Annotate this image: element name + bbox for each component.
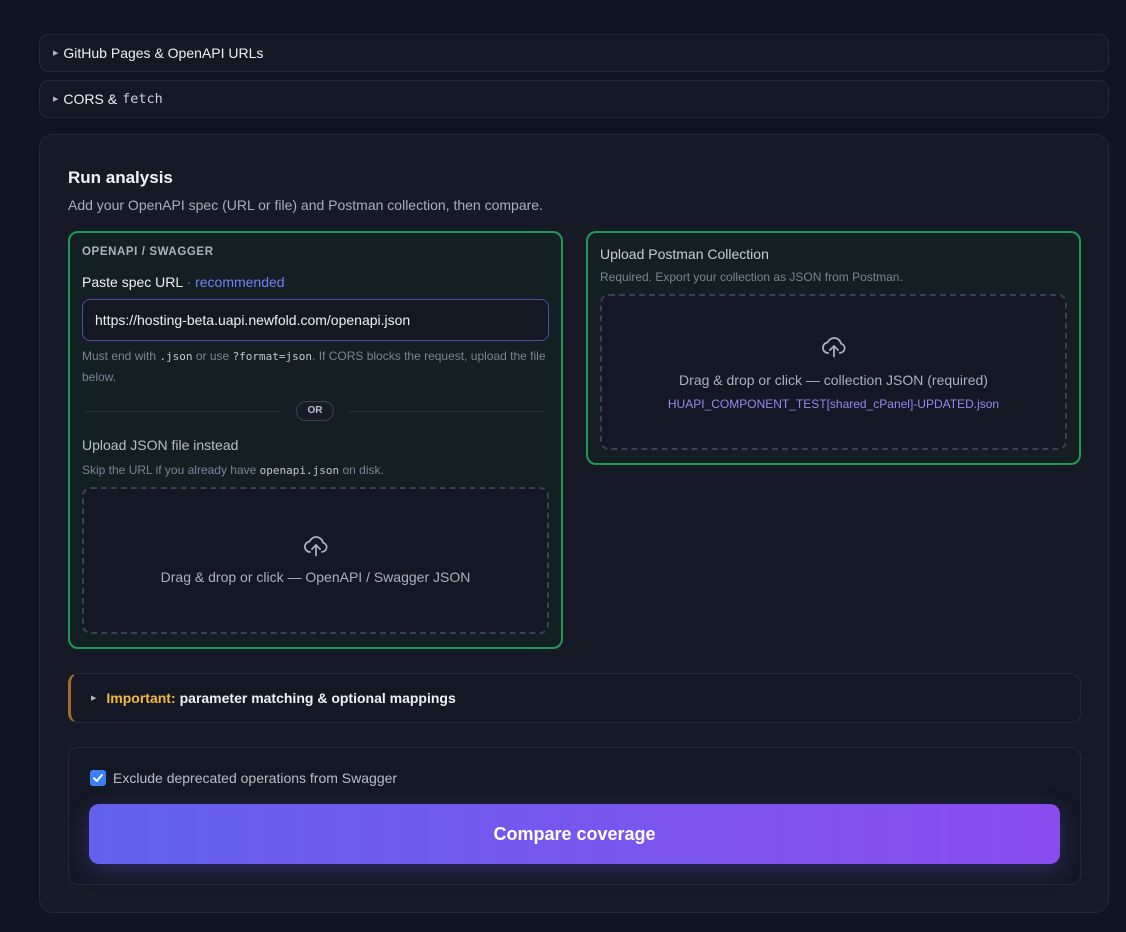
hint-text: or use xyxy=(195,349,230,363)
hint-code: openapi.json xyxy=(259,464,340,477)
compare-coverage-button[interactable]: Compare coverage xyxy=(89,804,1060,864)
accordion-code: fetch xyxy=(122,91,163,107)
paste-url-text: Paste spec URL xyxy=(82,274,183,290)
hint-text: Must end with xyxy=(82,349,157,363)
panel-subtitle: Add your OpenAPI spec (URL or file) and … xyxy=(68,197,543,213)
or-divider: OR xyxy=(296,401,334,421)
spec-url-input[interactable] xyxy=(82,299,549,341)
divider-left xyxy=(84,411,282,412)
openapi-drop-text: Drag & drop or click — OpenAPI / Swagger… xyxy=(160,569,471,585)
recommended-tag: · recommended xyxy=(186,274,285,290)
skip-hint: Skip the URL if you already have openapi… xyxy=(82,460,384,481)
cloud-upload-icon xyxy=(303,536,327,557)
exclude-deprecated-checkbox[interactable] xyxy=(90,770,106,786)
hint-text: Skip the URL if you already have xyxy=(82,463,257,477)
paste-url-label: Paste spec URL · recommended xyxy=(82,274,285,290)
postman-subtitle: Required. Export your collection as JSON… xyxy=(600,270,903,284)
accordion-label: GitHub Pages & OpenAPI URLs xyxy=(63,45,264,61)
postman-card: Upload Postman Collection Required. Expo… xyxy=(586,231,1081,465)
important-text: parameter matching & optional mappings xyxy=(179,690,456,706)
openapi-card: OPENAPI / SWAGGER Paste spec URL · recom… xyxy=(68,231,563,649)
openapi-section-label: OPENAPI / SWAGGER xyxy=(82,246,214,258)
hint-code: .json xyxy=(159,350,193,363)
divider-right xyxy=(348,411,546,412)
run-analysis-panel: Run analysis Add your OpenAPI spec (URL … xyxy=(39,134,1109,913)
selected-file-name: HUAPI_COMPONENT_TEST[shared_cPanel]-UPDA… xyxy=(667,397,1000,411)
important-label: Important: xyxy=(106,690,176,706)
hint-code: ?format=json xyxy=(232,350,313,363)
options-card: Exclude deprecated operations from Swagg… xyxy=(68,747,1081,885)
exclude-deprecated-label[interactable]: Exclude deprecated operations from Swagg… xyxy=(113,770,397,786)
checkmark-icon xyxy=(93,774,103,782)
caret-right-icon: ▶ xyxy=(53,96,59,103)
caret-right-icon: ▶ xyxy=(53,50,59,57)
url-hint: Must end with .json or use ?format=json.… xyxy=(82,346,552,388)
openapi-dropzone[interactable]: Drag & drop or click — OpenAPI / Swagger… xyxy=(82,487,549,634)
hint-text: on disk. xyxy=(342,463,384,477)
accordion-cors[interactable]: ▶ CORS & fetch xyxy=(39,80,1109,118)
cloud-upload-icon xyxy=(821,337,845,358)
postman-dropzone[interactable]: Drag & drop or click — collection JSON (… xyxy=(600,294,1067,450)
upload-json-label: Upload JSON file instead xyxy=(82,437,239,453)
postman-title: Upload Postman Collection xyxy=(600,246,769,262)
caret-right-icon: ▶ xyxy=(91,695,97,702)
accordion-github-pages[interactable]: ▶ GitHub Pages & OpenAPI URLs xyxy=(39,34,1109,72)
postman-drop-text: Drag & drop or click — collection JSON (… xyxy=(679,372,988,388)
important-accordion[interactable]: ▶ Important: parameter matching & option… xyxy=(68,673,1081,723)
panel-title: Run analysis xyxy=(68,168,173,187)
accordion-label: CORS & xyxy=(63,91,118,107)
